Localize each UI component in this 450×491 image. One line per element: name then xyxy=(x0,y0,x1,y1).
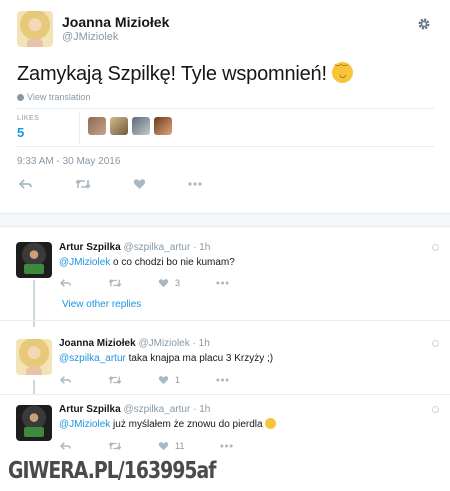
laughing-face-emoji-icon xyxy=(265,418,277,429)
view-other-replies-link[interactable]: View other replies xyxy=(62,299,141,310)
reply-text-content: taka knajpa ma placu 3 Krzyży ;) xyxy=(125,353,274,364)
more-icon xyxy=(216,378,229,382)
liker-avatar[interactable] xyxy=(88,117,106,135)
like-button[interactable]: 1 xyxy=(158,375,180,385)
reply-icon xyxy=(60,279,71,287)
like-count: 1 xyxy=(175,375,181,385)
retweet-button[interactable] xyxy=(108,441,122,451)
reply-button[interactable] xyxy=(19,178,33,190)
reply-icon xyxy=(60,376,71,384)
reply-button[interactable] xyxy=(60,375,72,385)
retweet-icon xyxy=(75,179,91,189)
more-button[interactable] xyxy=(188,182,202,186)
reply-time[interactable]: · 1h xyxy=(193,338,210,349)
reply-author-handle[interactable]: @szpilka_artur xyxy=(123,404,190,415)
watermark: GIWERA.PL/163995af xyxy=(8,458,216,484)
gear-icon[interactable] xyxy=(417,17,431,31)
likes-count[interactable]: 5 xyxy=(17,125,24,140)
reply-button[interactable] xyxy=(60,278,72,288)
stats-divider-bottom xyxy=(17,146,434,147)
author-avatar[interactable] xyxy=(17,11,53,47)
reply-mention[interactable]: @JMiziolek xyxy=(59,419,110,430)
more-button[interactable] xyxy=(216,378,229,382)
heart-icon xyxy=(133,179,146,189)
reply-separator xyxy=(0,320,450,321)
likes-label: LIKES xyxy=(17,115,40,122)
reply-text: @szpilka_artur taka knajpa ma placu 3 Kr… xyxy=(59,353,273,364)
retweet-button[interactable] xyxy=(108,278,122,288)
reply-tweet[interactable]: Artur Szpilka @szpilka_artur · 1h @JMizi… xyxy=(0,395,450,459)
stats-separator xyxy=(79,112,80,143)
reply-author-name[interactable]: Artur Szpilka xyxy=(59,242,121,253)
tweet-text-content: Zamykają Szpilkę! Tyle wspomnień! xyxy=(17,63,333,85)
globe-icon xyxy=(17,94,24,101)
like-button[interactable] xyxy=(133,178,146,190)
reply-icon xyxy=(60,442,71,450)
reply-time[interactable]: · 1h xyxy=(193,242,210,253)
more-button[interactable] xyxy=(220,444,233,448)
reply-author-handle[interactable]: @szpilka_artur xyxy=(123,242,190,253)
author-handle[interactable]: @JMiziolek xyxy=(62,31,118,43)
reply-icon xyxy=(19,179,32,189)
chevron-down-icon[interactable] xyxy=(432,244,439,251)
reply-text-content: już myślałem że znowu do pierdla xyxy=(110,419,263,430)
retweet-button[interactable] xyxy=(75,178,91,190)
reply-button[interactable] xyxy=(60,441,72,451)
liker-avatar[interactable] xyxy=(132,117,150,135)
reply-actions: 3 xyxy=(60,278,265,288)
retweet-icon xyxy=(108,442,122,450)
reply-actions: 11 xyxy=(60,441,269,451)
more-icon xyxy=(188,182,202,186)
reply-text: @JMiziolek o co chodzi bo nie kumam? xyxy=(59,257,235,268)
reply-author-avatar[interactable] xyxy=(16,405,52,441)
liker-avatar[interactable] xyxy=(110,117,128,135)
more-button[interactable] xyxy=(216,281,229,285)
reply-mention[interactable]: @szpilka_artur xyxy=(59,353,126,364)
chevron-down-icon[interactable] xyxy=(432,340,439,347)
reply-header: Artur Szpilka @szpilka_artur · 1h xyxy=(59,404,210,415)
reply-actions: 1 xyxy=(60,375,265,385)
tweet-actions xyxy=(19,178,244,190)
retweet-button[interactable] xyxy=(108,375,122,385)
view-translation-link[interactable]: View translation xyxy=(17,92,90,102)
like-button[interactable]: 3 xyxy=(158,278,180,288)
retweet-icon xyxy=(108,376,122,384)
heart-icon xyxy=(158,442,169,451)
reply-text-content: o co chodzi bo nie kumam? xyxy=(110,257,235,268)
reply-header: Joanna Miziołek @JMiziolek · 1h xyxy=(59,338,210,349)
reply-tweet[interactable]: Joanna Miziołek @JMiziolek · 1h @szpilka… xyxy=(0,327,450,397)
heart-icon xyxy=(158,376,169,385)
reply-time[interactable]: · 1h xyxy=(193,404,210,415)
reply-header: Artur Szpilka @szpilka_artur · 1h xyxy=(59,242,210,253)
reply-mention[interactable]: @JMiziolek xyxy=(59,257,110,268)
likers-list xyxy=(88,117,172,135)
liker-avatar[interactable] xyxy=(154,117,172,135)
more-icon xyxy=(216,281,229,285)
author-name[interactable]: Joanna Miziołek xyxy=(62,14,169,30)
reply-text: @JMiziolek już myślałem że znowu do pier… xyxy=(59,418,277,430)
section-divider xyxy=(0,213,450,227)
chevron-down-icon[interactable] xyxy=(432,406,439,413)
main-tweet: Joanna Miziołek @JMiziolek Zamykają Szpi… xyxy=(0,0,450,213)
reply-author-avatar[interactable] xyxy=(16,339,52,375)
tweet-timestamp[interactable]: 9:33 AM - 30 May 2016 xyxy=(17,156,120,167)
reply-author-name[interactable]: Joanna Miziołek xyxy=(59,338,136,349)
relieved-face-emoji-icon xyxy=(332,62,354,83)
like-button[interactable]: 11 xyxy=(158,441,184,451)
reply-author-handle[interactable]: @JMiziolek xyxy=(138,338,189,349)
view-translation-label: View translation xyxy=(27,92,91,102)
reply-author-name[interactable]: Artur Szpilka xyxy=(59,404,121,415)
heart-icon xyxy=(158,279,169,288)
reply-author-avatar[interactable] xyxy=(16,242,52,278)
like-count: 3 xyxy=(175,278,181,288)
like-count: 11 xyxy=(175,441,185,451)
stats-divider-top xyxy=(17,108,434,109)
more-icon xyxy=(220,444,233,448)
tweet-text: Zamykają Szpilkę! Tyle wspomnień! xyxy=(17,62,354,86)
retweet-icon xyxy=(108,279,122,287)
